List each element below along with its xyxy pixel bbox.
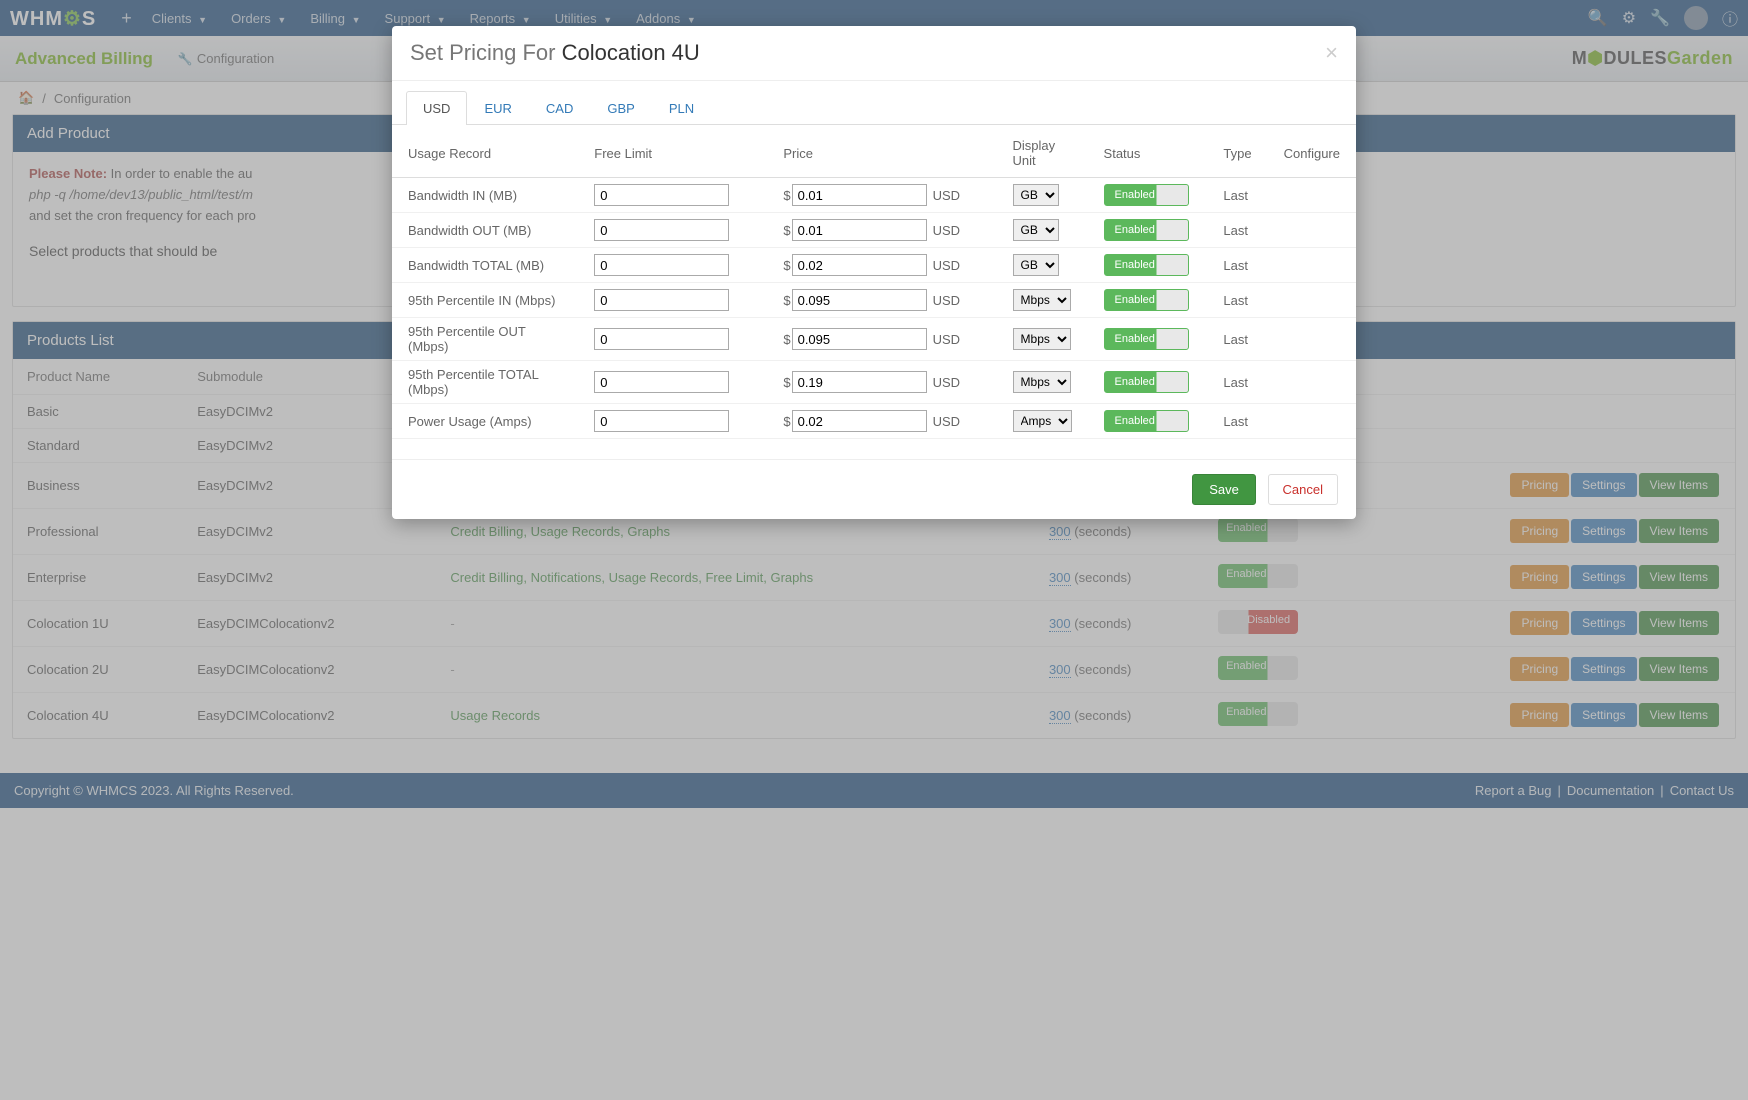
usage-record-name: Power Usage (Amps) (392, 404, 578, 439)
pricing-row: 95th Percentile TOTAL (Mbps)$USDMbpsEnab… (392, 361, 1356, 404)
save-button[interactable]: Save (1192, 474, 1256, 505)
pricing-row: Bandwidth IN (MB)$USDGBEnabledLast (392, 178, 1356, 213)
modal-header: Set Pricing For Colocation 4U × (392, 26, 1356, 81)
free-limit-input[interactable] (594, 289, 729, 311)
col-free-limit: Free Limit (578, 129, 767, 178)
display-unit-select[interactable]: Mbps (1013, 289, 1071, 311)
free-limit-input[interactable] (594, 219, 729, 241)
tab-pln[interactable]: PLN (652, 91, 711, 125)
type-value: Last (1207, 404, 1267, 439)
type-value: Last (1207, 213, 1267, 248)
type-value: Last (1207, 178, 1267, 213)
display-unit-select[interactable]: Amps (1013, 410, 1072, 432)
free-limit-input[interactable] (594, 410, 729, 432)
status-toggle[interactable]: Enabled (1104, 184, 1189, 206)
modal-footer: Save Cancel (392, 459, 1356, 519)
usage-record-name: Bandwidth OUT (MB) (392, 213, 578, 248)
modal-overlay: Set Pricing For Colocation 4U × USDEURCA… (0, 0, 1748, 1100)
col-usage-record: Usage Record (392, 129, 578, 178)
status-toggle[interactable]: Enabled (1104, 371, 1189, 393)
status-toggle[interactable]: Enabled (1104, 289, 1189, 311)
pricing-row: Bandwidth TOTAL (MB)$USDGBEnabledLast (392, 248, 1356, 283)
type-value: Last (1207, 248, 1267, 283)
col-configure: Configure (1268, 129, 1356, 178)
pricing-row: 95th Percentile OUT (Mbps)$USDMbpsEnable… (392, 318, 1356, 361)
display-unit-select[interactable]: GB (1013, 254, 1059, 276)
type-value: Last (1207, 283, 1267, 318)
type-value: Last (1207, 361, 1267, 404)
display-unit-select[interactable]: Mbps (1013, 371, 1071, 393)
pricing-row: Bandwidth OUT (MB)$USDGBEnabledLast (392, 213, 1356, 248)
display-unit-select[interactable]: Mbps (1013, 328, 1071, 350)
free-limit-input[interactable] (594, 371, 729, 393)
status-toggle[interactable]: Enabled (1104, 410, 1189, 432)
col-type: Type (1207, 129, 1267, 178)
price-input[interactable] (792, 289, 927, 311)
usage-record-name: 95th Percentile IN (Mbps) (392, 283, 578, 318)
pricing-row: Power Usage (Amps)$USDAmpsEnabledLast (392, 404, 1356, 439)
display-unit-select[interactable]: GB (1013, 219, 1059, 241)
price-input[interactable] (792, 328, 927, 350)
type-value: Last (1207, 318, 1267, 361)
free-limit-input[interactable] (594, 328, 729, 350)
cancel-button[interactable]: Cancel (1268, 474, 1338, 505)
usage-record-name: 95th Percentile OUT (Mbps) (392, 318, 578, 361)
pricing-modal: Set Pricing For Colocation 4U × USDEURCA… (392, 26, 1356, 519)
display-unit-select[interactable]: GB (1013, 184, 1059, 206)
status-toggle[interactable]: Enabled (1104, 328, 1189, 350)
currency-tabs: USDEURCADGBPPLN (392, 91, 1356, 125)
pricing-table: Usage Record Free Limit Price Display Un… (392, 129, 1356, 439)
usage-record-name: Bandwidth IN (MB) (392, 178, 578, 213)
price-input[interactable] (792, 219, 927, 241)
price-input[interactable] (792, 371, 927, 393)
usage-record-name: Bandwidth TOTAL (MB) (392, 248, 578, 283)
free-limit-input[interactable] (594, 254, 729, 276)
col-price: Price (767, 129, 996, 178)
price-input[interactable] (792, 184, 927, 206)
usage-record-name: 95th Percentile TOTAL (Mbps) (392, 361, 578, 404)
tab-usd[interactable]: USD (406, 91, 467, 125)
tab-cad[interactable]: CAD (529, 91, 590, 125)
status-toggle[interactable]: Enabled (1104, 219, 1189, 241)
free-limit-input[interactable] (594, 184, 729, 206)
col-status: Status (1088, 129, 1208, 178)
tab-gbp[interactable]: GBP (590, 91, 651, 125)
modal-title: Set Pricing For Colocation 4U (410, 40, 700, 66)
pricing-row: 95th Percentile IN (Mbps)$USDMbpsEnabled… (392, 283, 1356, 318)
col-display-unit: Display Unit (997, 129, 1088, 178)
tab-eur[interactable]: EUR (467, 91, 528, 125)
status-toggle[interactable]: Enabled (1104, 254, 1189, 276)
price-input[interactable] (792, 254, 927, 276)
close-icon[interactable]: × (1325, 40, 1338, 66)
price-input[interactable] (792, 410, 927, 432)
